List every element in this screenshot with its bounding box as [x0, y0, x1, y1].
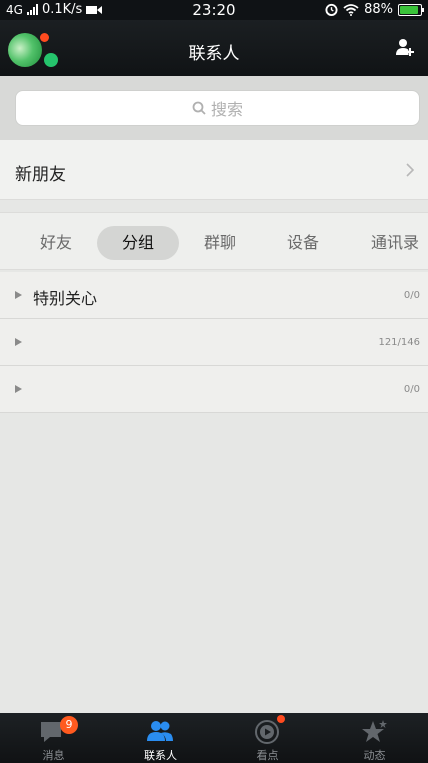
- notification-dot: [277, 715, 285, 723]
- expand-arrow-icon: [15, 385, 22, 393]
- tab-devices[interactable]: 设备: [262, 226, 344, 260]
- search-icon: [192, 101, 206, 115]
- search-area: 搜索: [0, 76, 428, 140]
- group-count: 0/0: [403, 384, 420, 395]
- wifi-icon: [343, 3, 359, 16]
- star-icon: [362, 720, 387, 742]
- search-input[interactable]: 搜索: [15, 90, 420, 126]
- bottom-tab-contacts[interactable]: 联系人: [107, 713, 214, 763]
- play-circle-icon: [255, 720, 279, 744]
- group-name: 特别关心: [33, 289, 98, 308]
- new-friends-row[interactable]: 新朋友: [0, 140, 428, 200]
- tab-friends[interactable]: 好友: [15, 226, 97, 260]
- bottom-tab-label: 动态: [363, 749, 386, 762]
- group-row[interactable]: 0/0: [0, 366, 428, 413]
- nav-bar: 联系人: [0, 20, 428, 76]
- battery-icon: [398, 3, 424, 16]
- tab-groups[interactable]: 分组: [97, 226, 179, 260]
- bottom-tab-watch[interactable]: 看点: [214, 713, 321, 763]
- expand-arrow-icon: [15, 291, 22, 299]
- bottom-tab-label: 联系人: [144, 749, 177, 762]
- expand-arrow-icon: [15, 338, 22, 346]
- group-count: 0/0: [403, 290, 420, 301]
- status-bar: 4G 0.1K/s 23:20 88%: [0, 0, 428, 20]
- group-count: 121/146: [378, 337, 420, 348]
- group-row[interactable]: 特别关心 0/0: [0, 272, 428, 319]
- alarm-icon: [325, 3, 338, 16]
- contact-tabs: 好友 分组 群聊 设备 通讯录: [0, 212, 428, 270]
- battery-percent: 88%: [364, 2, 393, 17]
- search-placeholder: 搜索: [210, 100, 243, 119]
- bottom-tab-bar: 9 消息 联系人 看点 动态: [0, 713, 428, 763]
- chevron-right-icon: [406, 163, 414, 177]
- contacts-icon: [147, 721, 173, 741]
- bottom-tab-label: 消息: [42, 749, 65, 762]
- bottom-tab-messages[interactable]: 9 消息: [0, 713, 107, 763]
- new-friends-label: 新朋友: [15, 165, 66, 185]
- unread-badge: 9: [60, 716, 78, 734]
- page-title: 联系人: [188, 44, 240, 64]
- status-right: 88%: [325, 2, 424, 17]
- group-list: 特别关心 0/0 121/146 0/0: [0, 272, 428, 413]
- add-contact-icon[interactable]: [396, 38, 416, 58]
- group-row[interactable]: 121/146: [0, 319, 428, 366]
- bottom-tab-feed[interactable]: 动态: [321, 713, 428, 763]
- tab-group-chats[interactable]: 群聊: [179, 226, 261, 260]
- bottom-tab-label: 看点: [256, 749, 279, 762]
- tab-address-book[interactable]: 通讯录: [354, 226, 428, 260]
